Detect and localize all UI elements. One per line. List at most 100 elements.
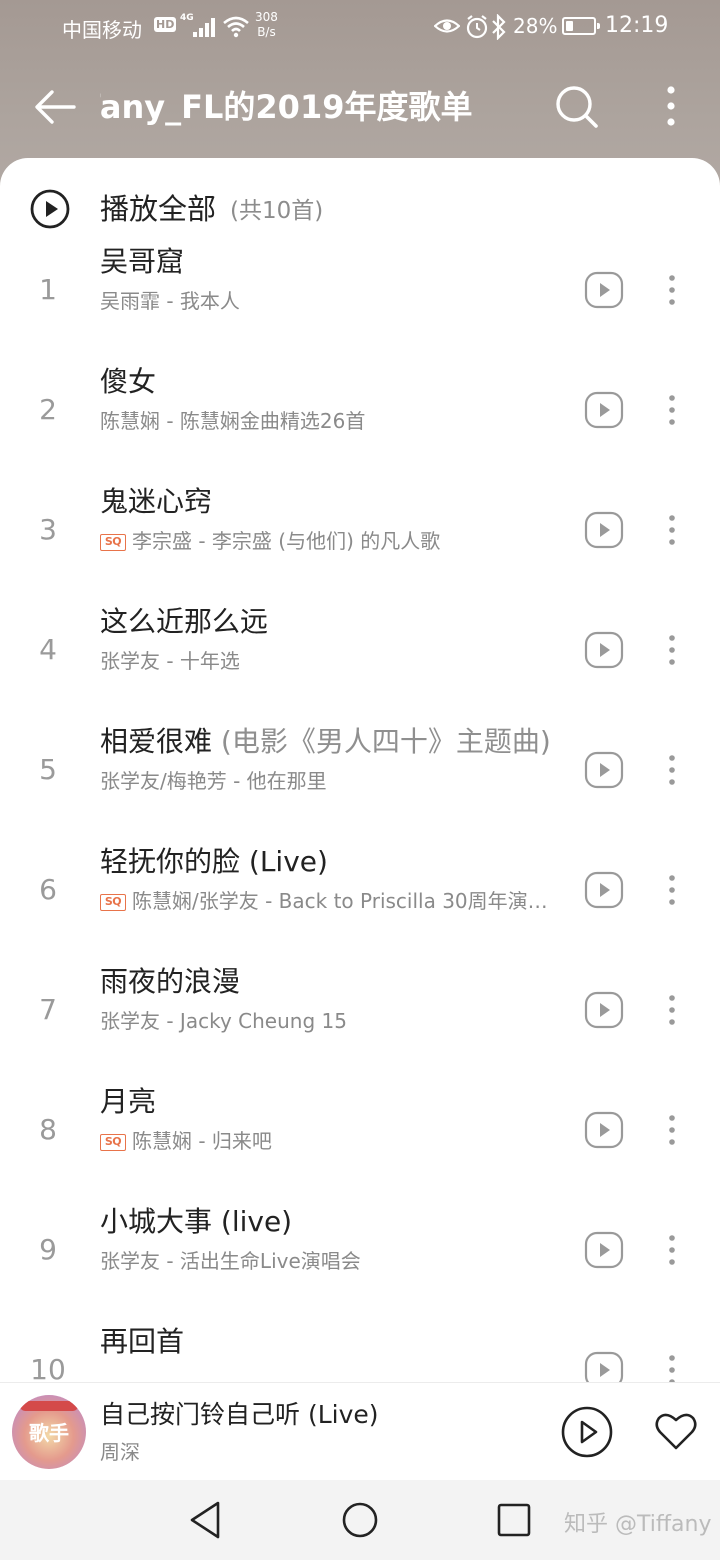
speed-value: 308 — [255, 10, 278, 24]
heart-icon[interactable] — [652, 1407, 700, 1455]
now-playing-artist: 周深 — [100, 1440, 140, 1464]
battery-icon — [562, 17, 600, 35]
album-cover[interactable]: 歌手 — [12, 1395, 86, 1469]
song-list-sheet: 播放全部 (共10首) 1 吴哥窟吴雨霏 - 我本人 2 傻女陈慧娴 - 陈慧娴金曲精… — [0, 158, 720, 1560]
song-title-text: 月亮 — [100, 1085, 157, 1118]
more-vertical-icon[interactable] — [655, 82, 687, 132]
song-title-text: 雨夜的浪漫 — [100, 965, 241, 998]
song-title-text: 鬼迷心窍 — [100, 485, 213, 518]
play-all-button[interactable]: 播放全部 (共10首) — [0, 180, 720, 240]
sq-quality-badge: SQ — [100, 1134, 126, 1151]
song-more-icon[interactable] — [660, 870, 684, 910]
playlist-title: fany_FL的2019年度歌单 — [100, 84, 500, 132]
song-row[interactable]: 8 月亮 SQ 陈慧娴 - 归来吧 — [0, 1080, 720, 1200]
mv-play-icon[interactable] — [584, 390, 624, 430]
song-more-icon[interactable] — [660, 270, 684, 310]
song-title-text: 小城大事 (live) — [100, 1205, 293, 1238]
track-number: 7 — [39, 993, 57, 1026]
song-title: 月亮 — [100, 1080, 560, 1124]
back-arrow-icon[interactable] — [30, 82, 80, 132]
wifi-icon — [223, 16, 249, 38]
song-title-text: 相爱很难 — [100, 725, 213, 758]
play-button-icon[interactable] — [560, 1405, 614, 1459]
song-row[interactable]: 3 鬼迷心窍 SQ 李宗盛 - 李宗盛 (与他们) 的凡人歌 — [0, 480, 720, 600]
song-more-icon[interactable] — [660, 1230, 684, 1270]
play-circle-icon — [30, 189, 70, 229]
song-subtitle: 张学友 - 十年选 — [100, 644, 562, 678]
play-all-label: 播放全部 — [100, 192, 217, 226]
sq-quality-badge: SQ — [100, 534, 126, 551]
song-row[interactable]: 2 傻女陈慧娴 - 陈慧娴金曲精选26首 — [0, 360, 720, 480]
watermark: 知乎 @Tiffany — [564, 1512, 712, 1537]
song-more-icon[interactable] — [660, 1110, 684, 1150]
song-title-text: 轻抚你的脸 (Live) — [100, 845, 328, 878]
song-count: (共10首) — [230, 198, 324, 224]
system-navigation-bar: 知乎 @Tiffany — [0, 1480, 720, 1560]
song-subtitle: 陈慧娴 - 陈慧娴金曲精选26首 — [100, 404, 562, 438]
song-row[interactable]: 5 相爱很难 (电影《男人四十》主题曲) 张学友/梅艳芳 - 他在那里 — [0, 720, 720, 840]
track-number: 1 — [39, 273, 57, 306]
song-title: 相爱很难 (电影《男人四十》主题曲) — [100, 720, 560, 764]
song-subtitle: SQ 陈慧娴 - 归来吧 — [100, 1124, 562, 1158]
song-title-note: (电影《男人四十》主题曲) — [220, 725, 551, 758]
track-number: 3 — [39, 513, 57, 546]
song-more-icon[interactable] — [660, 990, 684, 1030]
song-title-text: 吴哥窟 — [100, 245, 185, 278]
carrier-name: 中国移动 — [62, 18, 142, 42]
mv-play-icon[interactable] — [584, 1230, 624, 1270]
song-more-icon[interactable] — [660, 750, 684, 790]
hd-badge: HD — [154, 17, 177, 32]
song-title: 傻女 — [100, 360, 560, 404]
song-title: 再回首 — [100, 1320, 560, 1364]
mv-play-icon[interactable] — [584, 510, 624, 550]
song-subtitle: 张学友 - 活出生命Live演唱会 — [100, 1244, 562, 1278]
battery-percent: 28% — [513, 14, 558, 38]
track-number: 2 — [39, 393, 57, 426]
song-artist-album: 张学友 - 活出生命Live演唱会 — [100, 1249, 361, 1273]
song-row[interactable]: 9 小城大事 (live) 张学友 - 活出生命Live演唱会 — [0, 1200, 720, 1320]
track-number: 4 — [39, 633, 57, 666]
cover-text: 歌手 — [29, 1421, 69, 1445]
song-title: 小城大事 (live) — [100, 1200, 560, 1244]
song-row[interactable]: 1 吴哥窟吴雨霏 - 我本人 — [0, 240, 720, 360]
status-bar: 中国移动 HD 4G 308 B/s 28% 12:19 — [0, 0, 720, 56]
song-row[interactable]: 7 雨夜的浪漫 张学友 - Jacky Cheung 15 — [0, 960, 720, 1080]
song-more-icon[interactable] — [660, 510, 684, 550]
song-subtitle: 张学友/梅艳芳 - 他在那里 — [100, 764, 562, 798]
nav-home-icon[interactable] — [340, 1500, 380, 1540]
mini-player[interactable]: 歌手 自己按门铃自己听 (Live) 周深 — [0, 1382, 720, 1480]
mv-play-icon[interactable] — [584, 870, 624, 910]
song-artist-album: 张学友/梅艳芳 - 他在那里 — [100, 769, 327, 793]
song-more-icon[interactable] — [660, 630, 684, 670]
nav-recents-icon[interactable] — [494, 1500, 534, 1540]
song-title: 雨夜的浪漫 — [100, 960, 560, 1004]
mv-play-icon[interactable] — [584, 1110, 624, 1150]
mv-play-icon[interactable] — [584, 630, 624, 670]
song-row[interactable]: 6 轻抚你的脸 (Live) SQ 陈慧娴/张学友 - Back to Priscil… — [0, 840, 720, 960]
track-number: 6 — [39, 873, 57, 906]
song-title-text: 傻女 — [100, 365, 157, 398]
song-artist-album: 张学友 - 十年选 — [100, 649, 240, 673]
eye-comfort-icon — [434, 19, 460, 33]
track-number: 9 — [39, 1233, 57, 1266]
song-more-icon[interactable] — [660, 390, 684, 430]
song-artist-album: 陈慧娴 - 归来吧 — [132, 1129, 272, 1153]
bluetooth-icon — [492, 14, 506, 40]
song-title: 轻抚你的脸 (Live) — [100, 840, 560, 884]
mv-play-icon[interactable] — [584, 750, 624, 790]
sq-quality-badge: SQ — [100, 894, 126, 911]
battery-fill — [566, 21, 573, 31]
song-artist-album: 李宗盛 - 李宗盛 (与他们) 的凡人歌 — [132, 529, 441, 553]
signal-icon — [193, 18, 215, 37]
network-speed: 308 B/s — [255, 10, 278, 40]
search-icon[interactable] — [552, 82, 602, 132]
mv-play-icon[interactable] — [584, 270, 624, 310]
song-subtitle: SQ 陈慧娴/张学友 - Back to Priscilla 30周年演唱会 — [100, 884, 562, 918]
song-subtitle: 吴雨霏 - 我本人 — [100, 284, 562, 318]
song-row[interactable]: 4 这么近那么远 张学友 - 十年选 — [0, 600, 720, 720]
song-title: 吴哥窟 — [100, 240, 560, 284]
mv-play-icon[interactable] — [584, 990, 624, 1030]
song-artist-album: 陈慧娴/张学友 - Back to Priscilla 30周年演唱会 — [132, 889, 562, 913]
speed-unit: B/s — [257, 25, 276, 39]
nav-back-icon[interactable] — [186, 1498, 226, 1542]
